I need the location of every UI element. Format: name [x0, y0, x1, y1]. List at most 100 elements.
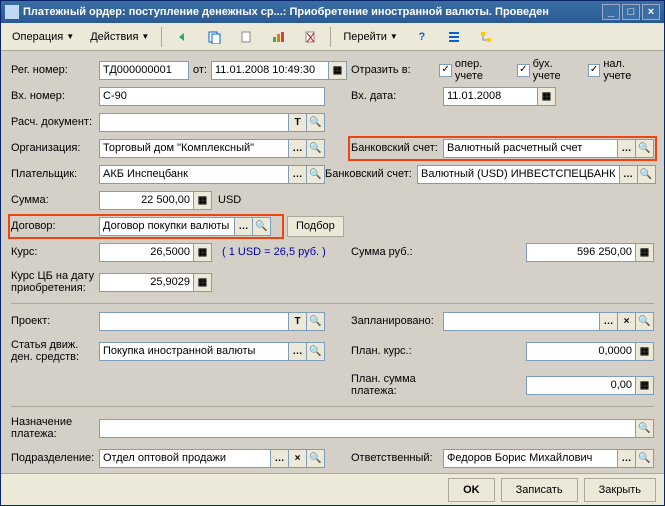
- bank2-label: Банковский счет:: [325, 168, 417, 180]
- buh-checkbox[interactable]: ✓: [517, 64, 530, 77]
- search-icon[interactable]: 🔍: [636, 139, 654, 158]
- ok-button[interactable]: OK: [448, 478, 495, 502]
- contract-input[interactable]: Договор покупки валюты: [99, 217, 235, 236]
- sum-input[interactable]: 22 500,00: [99, 191, 194, 210]
- window-title: Платежный ордер: поступление денежных ср…: [23, 6, 600, 18]
- vh-date-input[interactable]: 11.01.2008: [443, 87, 538, 106]
- doc-delete-icon[interactable]: [295, 26, 325, 48]
- rate-label: Курс:: [11, 246, 99, 258]
- app-icon: [5, 5, 19, 19]
- select-button[interactable]: …: [289, 342, 307, 361]
- cbrate-label: Курс ЦБ на дату приобретения:: [11, 270, 99, 294]
- dept-input[interactable]: Отдел оптовой продажи: [99, 449, 271, 468]
- payer-input[interactable]: АКБ Инспецбанк: [99, 165, 289, 184]
- doc-new-icon[interactable]: [231, 26, 261, 48]
- search-icon[interactable]: 🔍: [307, 312, 325, 331]
- nav-back-icon[interactable]: [167, 26, 197, 48]
- help-icon[interactable]: ?: [407, 26, 437, 48]
- project-input[interactable]: [99, 312, 289, 331]
- bank1-highlighted: Банковский счет: Валютный расчетный счет…: [348, 136, 657, 161]
- select-button[interactable]: …: [620, 165, 638, 184]
- oper-checkbox[interactable]: ✓: [439, 64, 452, 77]
- goto-menu[interactable]: Перейти▼: [336, 26, 405, 48]
- plan-rate-input[interactable]: 0,0000: [526, 342, 636, 361]
- maximize-button[interactable]: □: [622, 4, 640, 20]
- calc-icon[interactable]: ▦: [194, 191, 212, 210]
- close-button[interactable]: ×: [642, 4, 660, 20]
- sum-label: Сумма:: [11, 194, 99, 206]
- reg-no-input[interactable]: ТД000000001: [99, 61, 189, 80]
- bank2-input[interactable]: Валютный (USD) ИНВЕСТСПЕЦБАНК: [417, 165, 620, 184]
- purpose-input[interactable]: [99, 419, 636, 438]
- clear-button[interactable]: ×: [289, 449, 307, 468]
- plan-sum-input[interactable]: 0,00: [526, 376, 636, 395]
- nal-checkbox[interactable]: ✓: [588, 64, 601, 77]
- select-button[interactable]: …: [289, 165, 307, 184]
- copy-icon[interactable]: [199, 26, 229, 48]
- text-button[interactable]: T: [289, 113, 307, 132]
- resp-input[interactable]: Федоров Борис Михайлович: [443, 449, 618, 468]
- from-label: от:: [193, 64, 207, 76]
- plan-sum-label: План. сумма платежа:: [351, 373, 443, 397]
- vh-no-input[interactable]: С-90: [99, 87, 325, 106]
- bank1-input[interactable]: Валютный расчетный счет: [443, 139, 618, 158]
- org-label: Организация:: [11, 142, 99, 154]
- calendar-icon[interactable]: ▦: [538, 87, 556, 106]
- contract-highlighted: Договор: Договор покупки валюты … 🔍: [8, 214, 284, 239]
- footer: OK Записать Закрыть: [1, 473, 664, 505]
- doc-chart-icon[interactable]: [263, 26, 293, 48]
- search-icon[interactable]: 🔍: [636, 419, 654, 438]
- calc-icon[interactable]: ▦: [636, 342, 654, 361]
- divider: [11, 303, 654, 304]
- search-icon[interactable]: 🔍: [253, 217, 271, 236]
- search-icon[interactable]: 🔍: [307, 342, 325, 361]
- article-input[interactable]: Покупка иностранной валюты: [99, 342, 289, 361]
- calc-icon[interactable]: ▦: [636, 243, 654, 262]
- select-button[interactable]: …: [600, 312, 618, 331]
- calc-icon[interactable]: ▦: [194, 273, 212, 292]
- divider: [11, 406, 654, 407]
- rate-input[interactable]: 26,5000: [99, 243, 194, 262]
- select-button[interactable]: …: [289, 139, 307, 158]
- calc-icon[interactable]: ▦: [636, 376, 654, 395]
- save-button[interactable]: Записать: [501, 478, 578, 502]
- search-icon[interactable]: 🔍: [638, 165, 656, 184]
- select-button[interactable]: …: [618, 449, 636, 468]
- select-button[interactable]: …: [235, 217, 253, 236]
- search-icon[interactable]: 🔍: [307, 449, 325, 468]
- clear-button[interactable]: ×: [618, 312, 636, 331]
- operation-menu[interactable]: Операция▼: [5, 26, 81, 48]
- vh-date-label: Вх. дата:: [351, 90, 443, 102]
- actions-menu[interactable]: Действия▼: [83, 26, 156, 48]
- planned-input[interactable]: [443, 312, 600, 331]
- form-area: Рег. номер: ТД000000001 от: 11.01.2008 1…: [1, 51, 664, 473]
- struct-icon[interactable]: [471, 26, 501, 48]
- rasch-input[interactable]: [99, 113, 289, 132]
- calendar-icon[interactable]: ▦: [329, 61, 347, 80]
- close-window-button[interactable]: Закрыть: [584, 478, 656, 502]
- search-icon[interactable]: 🔍: [636, 449, 654, 468]
- currency-label: USD: [218, 194, 241, 206]
- search-icon[interactable]: 🔍: [307, 139, 325, 158]
- search-icon[interactable]: 🔍: [307, 165, 325, 184]
- titlebar: Платежный ордер: поступление денежных ср…: [1, 1, 664, 23]
- toolbar: Операция▼ Действия▼ Перейти▼ ?: [1, 23, 664, 51]
- sum-rub-input[interactable]: 596 250,00: [526, 243, 636, 262]
- purpose-label: Назначение платежа:: [11, 416, 99, 440]
- search-icon[interactable]: 🔍: [307, 113, 325, 132]
- plan-rate-label: План. курс.:: [351, 345, 443, 357]
- minimize-button[interactable]: _: [602, 4, 620, 20]
- select-button[interactable]: …: [271, 449, 289, 468]
- article-label: Статья движ. ден. средств:: [11, 339, 99, 363]
- select-contract-button[interactable]: Подбор: [287, 216, 344, 237]
- resp-label: Ответственный:: [351, 452, 443, 464]
- search-icon[interactable]: 🔍: [636, 312, 654, 331]
- calc-icon[interactable]: ▦: [194, 243, 212, 262]
- vh-no-label: Вх. номер:: [11, 90, 99, 102]
- org-input[interactable]: Торговый дом "Комплексный": [99, 139, 289, 158]
- list-icon[interactable]: [439, 26, 469, 48]
- reg-date-input[interactable]: 11.01.2008 10:49:30: [211, 61, 329, 80]
- cbrate-input[interactable]: 25,9029: [99, 273, 194, 292]
- select-button[interactable]: …: [618, 139, 636, 158]
- text-button[interactable]: T: [289, 312, 307, 331]
